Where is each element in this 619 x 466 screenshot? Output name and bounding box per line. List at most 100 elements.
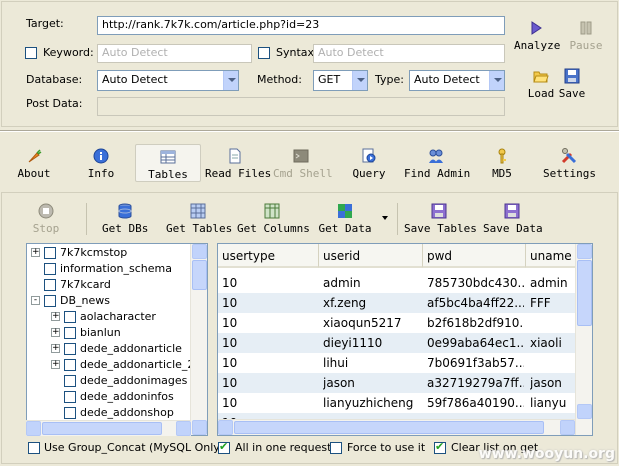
scroll-down-button[interactable] [192, 420, 207, 435]
column-header[interactable]: userid [319, 244, 423, 268]
tree-item-checkbox[interactable] [64, 311, 76, 323]
find-admin-button[interactable]: Find Admin [404, 148, 470, 180]
grid-scrollbar[interactable] [575, 244, 592, 435]
data-grid[interactable]: usertype userid pwd uname 10 admin 785730bdc4… [217, 243, 593, 436]
scroll-left-button[interactable] [218, 420, 233, 435]
get-dbs-button[interactable]: Get DBs [102, 203, 148, 235]
chevron-down-icon[interactable] [489, 71, 504, 90]
target-input[interactable]: http://rank.7k7k.com/article.php?id=23 [97, 16, 505, 35]
tree-item-checkbox[interactable] [64, 359, 76, 371]
expand-icon[interactable]: + [51, 328, 60, 337]
tree-item-checkbox[interactable] [44, 295, 56, 307]
scroll-up-button[interactable] [577, 244, 592, 259]
keyword-input[interactable]: Auto Detect [97, 44, 252, 63]
dropdown-arrow-icon[interactable] [382, 216, 388, 220]
save-button[interactable]: Save [558, 68, 586, 100]
syntax-input[interactable]: Auto Detect [313, 44, 505, 63]
scroll-right-button[interactable] [176, 421, 191, 436]
force-checkbox[interactable] [330, 442, 342, 454]
table-row[interactable]: 10 lianyuzhicheng 59f786a40190... lianyu [218, 393, 592, 413]
tree-item-checkbox[interactable] [44, 279, 56, 291]
scroll-down-button[interactable] [577, 404, 592, 419]
expand-icon[interactable]: + [31, 248, 40, 257]
get-data-button[interactable]: Get Data [318, 203, 372, 235]
tree-item[interactable]: 7k7kcard [27, 277, 191, 293]
query-button[interactable]: Query [352, 148, 386, 180]
table-cell: lihui [323, 356, 349, 370]
table-cell: admin [323, 276, 361, 290]
method-select[interactable]: GET [313, 70, 368, 91]
floppy-disk-icon [504, 203, 520, 219]
tree-item-checkbox[interactable] [64, 407, 76, 419]
scroll-thumb[interactable] [192, 260, 207, 290]
table-row[interactable]: 10 dieyi1110 0e99aba64ec1... xiaoli [218, 333, 592, 353]
get-columns-button[interactable]: Get Columns [237, 203, 310, 235]
scroll-left-button[interactable] [26, 421, 41, 436]
target-label: Target: [26, 17, 64, 30]
tree-item[interactable]: dede_addonimages [27, 373, 191, 389]
tree-item-checkbox[interactable] [64, 327, 76, 339]
table-row[interactable]: 10 admin 785730bdc430... admin [218, 273, 592, 293]
tree-item-checkbox[interactable] [44, 263, 56, 275]
column-header[interactable]: usertype [218, 244, 319, 268]
tree-item-checkbox[interactable] [64, 391, 76, 403]
analyze-button[interactable]: Analyze [514, 20, 560, 52]
keyword-checkbox[interactable] [25, 47, 37, 59]
md5-button[interactable]: MD5 [489, 148, 515, 180]
database-tree[interactable]: +7k7kcmstop information_schema 7k7kcard - DB… [26, 243, 208, 436]
tree-item-label: aolacharacter [80, 310, 156, 323]
tree-item[interactable]: + bianlun [27, 325, 191, 341]
info-button[interactable]: Info [84, 148, 118, 180]
expand-icon[interactable]: + [51, 312, 60, 321]
collapse-icon[interactable]: - [31, 296, 40, 305]
group-concat-checkbox[interactable] [28, 442, 40, 454]
stop-button[interactable]: Stop [31, 203, 61, 235]
tree-item[interactable]: + dede_addonarticle [27, 341, 191, 357]
tree-item[interactable]: + aolacharacter [27, 309, 191, 325]
tree-item[interactable]: +7k7kcmstop [27, 245, 191, 261]
tab-tables[interactable]: Tables [135, 144, 201, 182]
load-button[interactable]: Load [527, 68, 555, 100]
tree-scrollbar[interactable] [190, 244, 207, 435]
settings-button[interactable]: Settings [543, 148, 596, 180]
type-select[interactable]: Auto Detect [409, 70, 505, 91]
scroll-thumb[interactable] [577, 260, 592, 326]
scroll-up-button[interactable] [192, 244, 207, 259]
tree-hscrollbar[interactable] [26, 420, 191, 436]
scroll-right-button[interactable] [560, 420, 575, 435]
chevron-down-icon[interactable] [223, 71, 238, 90]
hscroll-thumb[interactable] [234, 421, 544, 434]
postdata-input[interactable] [97, 97, 505, 116]
about-button[interactable]: About [16, 148, 52, 180]
tree-item[interactable]: dede_addonshop [27, 405, 191, 421]
table-row[interactable]: 10 xiaoqun5217 b2f618b2df910... [218, 313, 592, 333]
hscroll-thumb[interactable] [42, 422, 162, 435]
get-tables-button[interactable]: Get Tables [166, 203, 232, 235]
tree-item[interactable]: + dede_addonarticle_201 [27, 357, 207, 373]
all-in-one-checkbox[interactable] [218, 440, 230, 454]
clear-list-checkbox[interactable] [434, 440, 446, 454]
tree-item[interactable]: - DB_news [27, 293, 191, 309]
chevron-down-icon[interactable] [352, 71, 367, 90]
tree-item-checkbox[interactable] [64, 343, 76, 355]
read-files-button[interactable]: Read Files [205, 148, 271, 180]
syntax-checkbox[interactable] [258, 47, 270, 59]
table-row[interactable]: 10 jason a32719279a7ff... jason [218, 373, 592, 393]
tree-item[interactable]: dede_addoninfos [27, 389, 191, 405]
tree-item-checkbox[interactable] [44, 247, 56, 259]
grid-hscrollbar[interactable] [218, 419, 575, 435]
tree-item[interactable]: information_schema [27, 261, 191, 277]
table-cell: a32719279a7ff... [427, 376, 524, 390]
table-row[interactable]: 10 lihui 7b0691f3ab57... [218, 353, 592, 373]
table-cell: 10 [222, 296, 238, 310]
pause-button[interactable]: Pause [566, 20, 606, 52]
database-select[interactable]: Auto Detect [97, 70, 239, 91]
cmd-shell-button[interactable]: Cmd Shell [273, 148, 333, 180]
column-header[interactable]: pwd [423, 244, 526, 268]
tree-item-checkbox[interactable] [64, 375, 76, 387]
save-tables-button[interactable]: Save Tables [404, 203, 477, 235]
table-row[interactable]: 10 xf.zeng af5bc4ba4ff22... FFF [218, 293, 592, 313]
save-data-button[interactable]: Save Data [483, 203, 543, 235]
expand-icon[interactable]: + [51, 344, 60, 353]
expand-icon[interactable]: + [51, 360, 60, 369]
